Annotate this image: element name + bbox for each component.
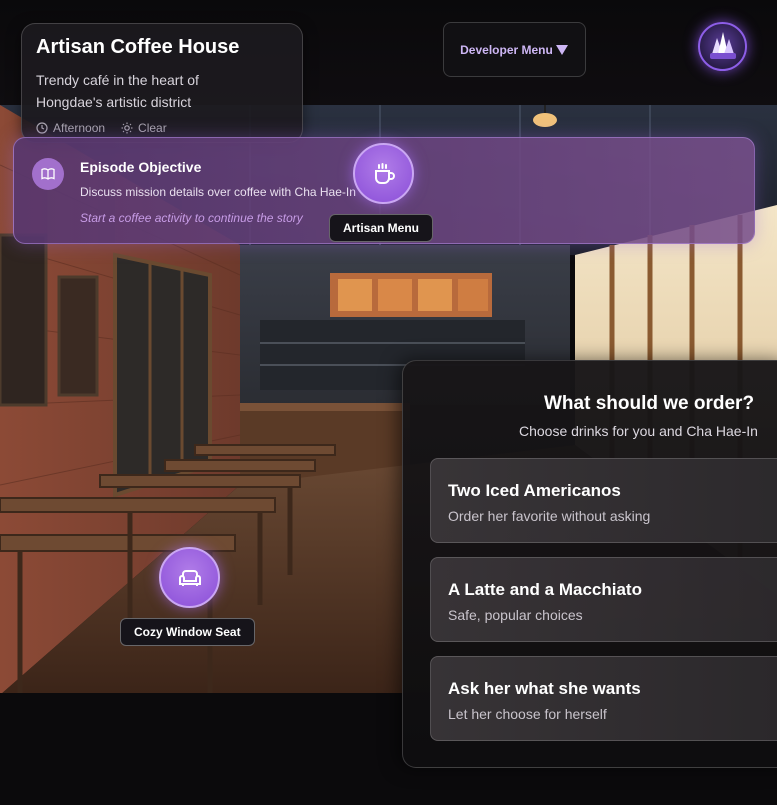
choice-option-description: Let her choose for herself: [448, 706, 607, 722]
location-card: Artisan Coffee House Trendy café in the …: [21, 23, 303, 143]
artisan-menu-label[interactable]: Artisan Menu: [329, 214, 434, 242]
time-label: Afternoon: [53, 121, 106, 135]
location-description: Trendy café in the heart of Hongdae's ar…: [36, 72, 199, 110]
choice-option-3[interactable]: Ask her what she wants Let her choose fo…: [430, 656, 777, 741]
coffee-cup-icon: [374, 162, 395, 184]
artisan-menu-hotspot[interactable]: [353, 143, 414, 204]
developer-menu-label: Developer Menu: [460, 42, 553, 57]
choice-option-label: Two Iced Americanos: [448, 481, 621, 500]
choice-option-1[interactable]: Two Iced Americanos Order her favorite w…: [430, 458, 777, 543]
cozy-window-seat-label[interactable]: Cozy Window Seat: [120, 618, 255, 646]
objective-description: Discuss mission details over coffee with…: [80, 185, 356, 199]
choice-option-description: Order her favorite without asking: [448, 508, 651, 524]
triangle-down-icon: [555, 44, 568, 55]
developer-menu-button[interactable]: Developer Menu: [443, 22, 586, 77]
book-icon: [32, 158, 64, 190]
weather: Clear: [121, 121, 167, 135]
clock-icon: [36, 122, 48, 134]
objective-hint: Start a coffee activity to continue the …: [80, 211, 303, 225]
location-title: Artisan Coffee House: [36, 36, 240, 58]
choice-subtitle: Choose drinks for you and Cha Hae-In: [519, 423, 758, 439]
cozy-window-seat-hotspot[interactable]: [159, 547, 220, 608]
sofa-icon: [178, 569, 201, 586]
choice-option-2[interactable]: A Latte and a Macchiato Safe, popular ch…: [430, 557, 777, 642]
objective-title: Episode Objective: [80, 159, 202, 175]
avatar[interactable]: [698, 22, 747, 71]
choice-title: What should we order?: [544, 393, 755, 414]
time-of-day: Afternoon: [36, 121, 105, 135]
avatar-crystal-icon: [710, 32, 736, 59]
choice-option-label: Ask her what she wants: [448, 679, 641, 698]
sun-icon: [121, 122, 133, 134]
choice-option-description: Safe, popular choices: [448, 607, 583, 623]
weather-label: Clear: [138, 121, 167, 135]
choice-option-label: A Latte and a Macchiato: [448, 580, 642, 599]
location-meta: Afternoon Clear: [36, 121, 288, 135]
order-choice-panel: What should we order? Choose drinks for …: [402, 360, 777, 768]
